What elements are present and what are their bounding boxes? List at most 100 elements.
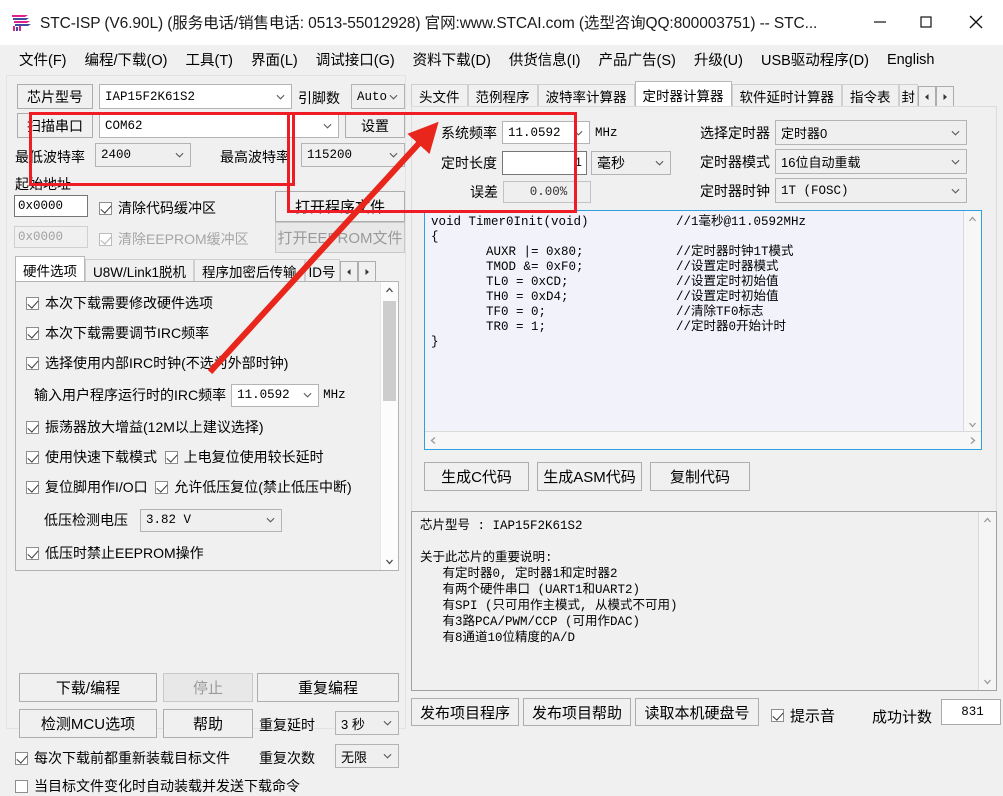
clear-code-buffer-checkbox[interactable]: 清除代码缓冲区 [99, 198, 216, 218]
max-baud-value: 115200 [307, 148, 353, 162]
timer-mode-combo[interactable]: 16位自动重载 [775, 149, 967, 174]
beep-checkbox[interactable]: 提示音 [771, 705, 835, 726]
read-local-disk-id-button[interactable]: 读取本机硬盘号 [635, 698, 759, 726]
min-baud-combo[interactable]: 2400 [95, 143, 191, 167]
clear-eeprom-buffer-checkbox: 清除EEPROM缓冲区 [99, 229, 249, 249]
max-baud-label: 最高波特率 [220, 149, 290, 165]
open-program-file-button[interactable]: 打开程序文件 [275, 191, 405, 222]
option-row-2[interactable]: 选择使用内部IRC时钟(不选为外部时钟) [26, 353, 288, 373]
menu-item-usbdriver[interactable]: USB驱动程序(D) [752, 46, 878, 73]
select-timer-combo[interactable]: 定时器0 [775, 120, 967, 145]
generated-code-area[interactable]: void Timer0Init(void)//1毫秒@11.0592MHz{AU… [424, 210, 982, 450]
menu-bar: 文件(F) 编程/下载(O) 工具(T) 界面(L) 调试接口(G) 资料下载(… [0, 45, 1003, 74]
minimize-button[interactable] [857, 0, 903, 44]
scroll-down-button[interactable] [979, 673, 996, 690]
code-vertical-scrollbar[interactable] [963, 211, 981, 433]
irc-freq-combo[interactable]: 11.0592 [231, 383, 320, 407]
max-baud-combo[interactable]: 115200 [301, 143, 405, 167]
tab-package-partial[interactable]: 封 [898, 84, 918, 107]
scrollbar-thumb[interactable] [383, 301, 396, 401]
pin-count-combo[interactable]: Auto [351, 84, 405, 109]
timer-length-input[interactable]: 1 [502, 151, 587, 175]
option-row-8[interactable]: 允许低压复位(禁止低压中断) [155, 477, 352, 497]
menu-item-ads[interactable]: 产品广告(S) [590, 46, 685, 73]
generate-asm-code-button[interactable]: 生成ASM代码 [537, 462, 642, 491]
scroll-up-button[interactable] [964, 211, 981, 228]
menu-item-upgrade[interactable]: 升级(U) [685, 46, 752, 73]
scroll-right-button[interactable] [964, 432, 981, 449]
right-tab-prev-button[interactable] [918, 86, 936, 107]
option-row-0[interactable]: 本次下载需要修改硬件选项 [26, 293, 213, 313]
timer-clock-combo[interactable]: 1T (FOSC) [775, 178, 967, 203]
tab-header-files[interactable]: 头文件 [411, 84, 468, 107]
tab-baudrate-calculator[interactable]: 波特率计算器 [537, 84, 635, 107]
menu-item-tools[interactable]: 工具(T) [176, 46, 242, 73]
scroll-down-button[interactable] [381, 553, 398, 570]
settings-button[interactable]: 设置 [345, 113, 405, 138]
generate-c-code-button[interactable]: 生成C代码 [424, 462, 529, 491]
scroll-up-button[interactable] [381, 282, 398, 299]
option-row-6[interactable]: 上电复位使用较长延时 [164, 447, 324, 467]
publish-project-help-button[interactable]: 发布项目帮助 [523, 698, 631, 726]
info-scrollbar[interactable] [978, 512, 996, 690]
scroll-up-button[interactable] [979, 512, 996, 529]
low-voltage-detect-combo[interactable]: 3.82 V [140, 508, 282, 532]
download-program-button[interactable]: 下载/编程 [19, 673, 157, 702]
port-combo[interactable]: COM62 [99, 113, 339, 138]
scroll-left-button[interactable] [425, 432, 442, 449]
option-row-10[interactable]: 低压时禁止EEPROM操作 [26, 543, 204, 563]
help-button[interactable]: 帮助 [163, 709, 253, 738]
tab-u8w-link1[interactable]: U8W/Link1脱机 [85, 259, 195, 282]
copy-code-button[interactable]: 复制代码 [650, 462, 750, 491]
chevron-right-icon [365, 268, 369, 275]
timer-length-label: 定时长度 [441, 155, 497, 171]
menu-item-ui[interactable]: 界面(L) [242, 46, 307, 73]
options-scrollbar[interactable] [380, 282, 398, 570]
checkbox-box [26, 420, 39, 434]
system-frequency-combo[interactable]: 11.0592 [502, 121, 590, 144]
menu-item-download[interactable]: 资料下载(D) [404, 46, 500, 73]
autoload-on-change-checkbox[interactable]: 当目标文件变化时自动装载并发送下载命令 [15, 776, 300, 796]
checkbox-box [26, 356, 39, 370]
code-horizontal-scrollbar[interactable] [425, 431, 981, 449]
menu-item-program[interactable]: 编程/下载(O) [76, 46, 177, 73]
scan-port-button[interactable]: 扫描串口 [17, 113, 93, 138]
timer-length-unit-combo[interactable]: 毫秒 [591, 151, 671, 175]
tab-id-number[interactable]: ID号 [304, 259, 340, 282]
close-button[interactable] [949, 0, 1003, 44]
chip-info-area[interactable]: 芯片型号 : IAP15F2K61S2 关于此芯片的重要说明: 有定时器0, 定… [411, 511, 997, 691]
tab-example-programs[interactable]: 范例程序 [467, 84, 538, 107]
chevron-left-icon [346, 268, 351, 275]
right-panel: 头文件 范例程序 波特率计算器 定时器计算器 软件延时计算器 指令表 封 系统频… [409, 75, 1001, 727]
chip-model-label[interactable]: 芯片型号 [17, 84, 93, 109]
option-row-1[interactable]: 本次下载需要调节IRC频率 [26, 323, 209, 343]
repeat-delay-combo[interactable]: 3 秒 [335, 711, 399, 735]
tab-delay-calculator[interactable]: 软件延时计算器 [731, 84, 842, 107]
reload-before-download-checkbox[interactable]: 每次下载前都重新装载目标文件 [15, 748, 230, 768]
menu-item-supply[interactable]: 供货信息(I) [500, 46, 590, 73]
checkbox-box [155, 480, 169, 494]
option-row-5[interactable]: 使用快速下载模式 [26, 447, 157, 467]
tab-instruction-table[interactable]: 指令表 [842, 84, 899, 107]
detect-mcu-options-button[interactable]: 检测MCU选项 [19, 709, 157, 738]
publish-project-program-button[interactable]: 发布项目程序 [411, 698, 519, 726]
menu-item-debug[interactable]: 调试接口(G) [307, 46, 404, 73]
option-row-4[interactable]: 振荡器放大增益(12M以上建议选择) [26, 417, 264, 437]
repeat-count-combo[interactable]: 无限 [335, 744, 399, 768]
tab-encrypted-transfer[interactable]: 程序加密后传输 [194, 259, 305, 282]
maximize-button[interactable] [903, 0, 949, 44]
chevron-down-icon [574, 130, 583, 136]
right-tab-next-button[interactable] [936, 86, 954, 107]
menu-item-file[interactable]: 文件(F) [10, 46, 76, 73]
menu-item-english[interactable]: English [878, 49, 944, 71]
select-timer-value: 定时器0 [781, 126, 828, 141]
left-tab-next-button[interactable] [357, 261, 376, 282]
left-tab-prev-button[interactable] [339, 261, 358, 282]
tab-timer-calculator[interactable]: 定时器计算器 [634, 81, 732, 107]
option-row-7[interactable]: 复位脚用作I/O口 [26, 477, 148, 497]
code-address-input[interactable]: 0x0000 [14, 195, 88, 217]
repeat-program-button[interactable]: 重复编程 [257, 673, 399, 702]
title-bar: STC-ISP (V6.90L) (服务电话/销售电话: 0513-550129… [0, 0, 1003, 45]
chip-model-combo[interactable]: IAP15F2K61S2 [99, 84, 292, 109]
tab-hardware-options[interactable]: 硬件选项 [15, 256, 85, 282]
